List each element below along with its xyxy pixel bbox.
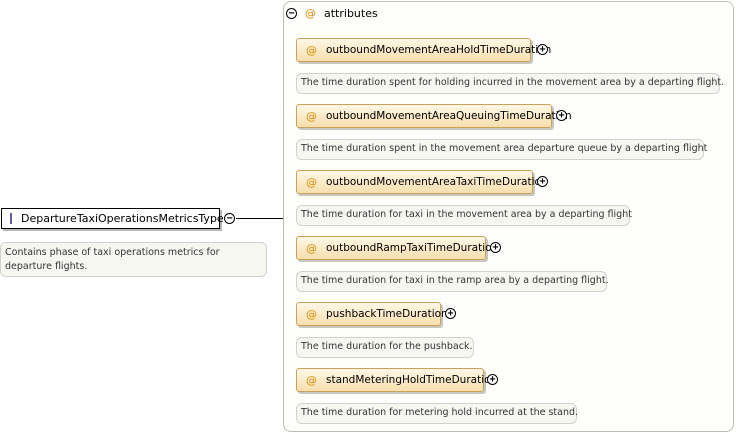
attribute-documentation: The time duration for taxi in the moveme… — [296, 205, 632, 226]
collapse-attributes-button[interactable]: − — [286, 8, 297, 19]
attribute-icon: @ — [306, 175, 317, 189]
complex-type-node[interactable]: DepartureTaxiOperationsMetricsType — [1, 208, 224, 229]
attribute-name: outboundRampTaxiTimeDuration — [326, 242, 499, 254]
attribute-name: standMeteringHoldTimeDuration — [326, 374, 498, 386]
complex-type-documentation: Contains phase of taxi operations metric… — [0, 242, 267, 277]
attribute-documentation: The time duration for taxi in the ramp a… — [296, 271, 609, 292]
expand-attribute-button[interactable]: + — [490, 242, 501, 253]
attribute-name: outboundMovementAreaTaxiTimeDuration — [326, 176, 548, 188]
attribute-icon: @ — [306, 307, 317, 321]
collapse-type-button[interactable]: − — [224, 213, 235, 224]
expand-attribute-button[interactable]: + — [537, 44, 548, 55]
complex-type-icon — [10, 213, 12, 224]
attribute-node[interactable]: @ outboundMovementAreaQueuingTimeDuratio… — [296, 104, 572, 128]
attribute-icon: @ — [306, 373, 317, 387]
attribute-node[interactable]: @ outboundMovementAreaHoldTimeDuration — [296, 38, 551, 62]
type-to-attributes-connector — [236, 218, 284, 219]
attributes-group-label: attributes — [324, 7, 378, 20]
attribute-documentation: The time duration spent in the movement … — [296, 139, 707, 160]
attribute-node[interactable]: @ standMeteringHoldTimeDuration — [296, 368, 497, 392]
attribute-icon: @ — [306, 241, 317, 255]
expand-attribute-button[interactable]: + — [537, 176, 548, 187]
attribute-group-icon: @ — [305, 7, 316, 20]
attribute-icon: @ — [306, 109, 317, 123]
attribute-documentation: The time duration for metering hold incu… — [296, 403, 578, 424]
expand-attribute-button[interactable]: + — [445, 308, 456, 319]
complex-type-name: DepartureTaxiOperationsMetricsType — [21, 212, 224, 225]
attribute-node[interactable]: @ outboundRampTaxiTimeDuration — [296, 236, 498, 260]
attribute-icon: @ — [306, 43, 317, 57]
attribute-documentation: The time duration spent for holding incu… — [296, 73, 724, 94]
attribute-name: outboundMovementAreaHoldTimeDuration — [326, 44, 552, 56]
expand-attribute-button[interactable]: + — [556, 110, 567, 121]
attribute-name: pushbackTimeDuration — [326, 308, 448, 320]
attribute-node[interactable]: @ pushbackTimeDuration — [296, 302, 448, 326]
attribute-documentation: The time duration for the pushback. — [296, 337, 474, 358]
attribute-node[interactable]: @ outboundMovementAreaTaxiTimeDuration — [296, 170, 548, 194]
expand-attribute-button[interactable]: + — [487, 374, 498, 385]
attribute-name: outboundMovementAreaQueuingTimeDuration — [326, 110, 572, 122]
